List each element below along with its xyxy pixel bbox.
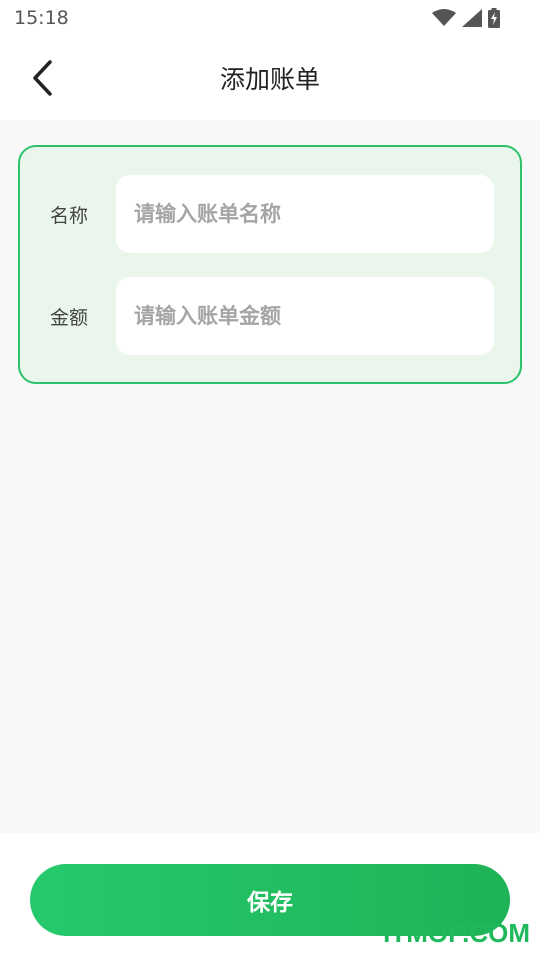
status-bar: 15:18 xyxy=(0,0,540,36)
watermark: ITMOP.COM xyxy=(383,918,530,948)
chevron-left-icon xyxy=(33,60,52,96)
content-area: 名称 金额 xyxy=(0,120,540,833)
form-row-amount: 金额 xyxy=(20,277,520,355)
bill-form-card: 名称 金额 xyxy=(18,145,522,384)
battery-charging-icon xyxy=(488,8,500,28)
wifi-icon xyxy=(432,9,456,26)
amount-label: 金额 xyxy=(50,306,89,329)
status-time: 15:18 xyxy=(14,7,69,29)
signal-icon xyxy=(462,9,482,27)
bill-name-input[interactable] xyxy=(116,175,494,253)
form-row-name: 名称 xyxy=(20,175,520,253)
page-title: 添加账单 xyxy=(219,65,320,94)
bill-amount-input[interactable] xyxy=(116,277,494,355)
app-header: 添加账单 xyxy=(0,36,540,120)
back-button[interactable] xyxy=(22,56,62,100)
status-icons xyxy=(432,8,500,28)
name-label: 名称 xyxy=(50,204,89,227)
